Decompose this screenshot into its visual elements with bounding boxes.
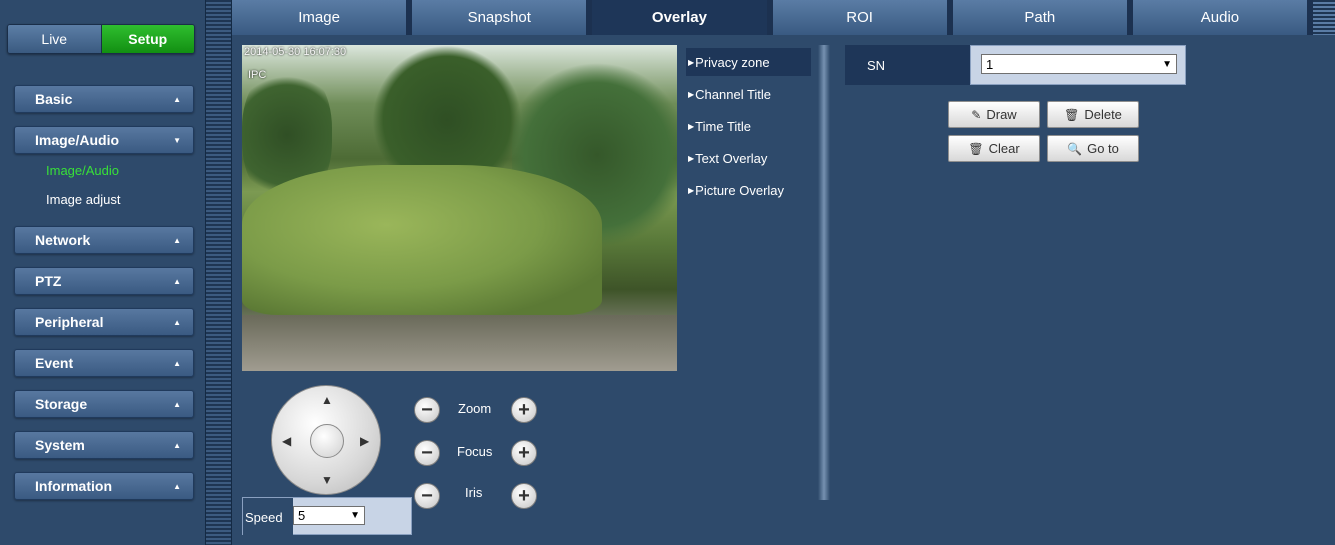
tab-bar: Image Snapshot Overlay ROI Path Audio: [232, 0, 1335, 35]
tab-snapshot[interactable]: Snapshot: [412, 0, 593, 35]
triangle-right-icon: ▶: [688, 89, 695, 99]
iris-label: Iris: [465, 485, 483, 500]
menu-label: Image/Audio: [35, 132, 120, 148]
menu-information[interactable]: Information ▲: [14, 472, 194, 500]
sidebar: Live Setup Basic ▲ Image/Audio ▼ Image/A…: [0, 0, 205, 545]
panel-separator: [818, 45, 830, 500]
arrow-up-icon[interactable]: ▲: [321, 394, 333, 406]
focus-plus-button[interactable]: +: [511, 440, 537, 466]
arrow-left-icon[interactable]: ◀: [282, 435, 291, 447]
ptz-center-button[interactable]: [310, 424, 344, 458]
speed-value: 5: [298, 508, 306, 523]
speed-select[interactable]: 5 ▼: [293, 506, 365, 525]
tab-audio[interactable]: Audio: [1132, 0, 1314, 35]
osd-timestamp: 2014-05-30 16:07:30: [244, 46, 347, 58]
clear-button[interactable]: 🗑 Clear: [948, 135, 1040, 162]
focus-minus-button[interactable]: −: [414, 440, 440, 466]
menu-label: Network: [35, 232, 91, 248]
menu-label: Peripheral: [35, 314, 104, 330]
overlay-menu-label: Privacy zone: [695, 54, 770, 70]
chevron-up-icon: ▲: [173, 317, 181, 327]
menu-ptz[interactable]: PTZ ▲: [14, 267, 194, 295]
menu-label: Information: [35, 478, 112, 494]
edit-icon: ✎: [971, 107, 982, 122]
sn-select[interactable]: 1 ▼: [981, 54, 1177, 74]
arrow-down-icon[interactable]: ▼: [321, 474, 333, 486]
menu-event[interactable]: Event ▲: [14, 349, 194, 377]
speed-label: Speed: [243, 498, 293, 536]
overlay-menu-picture-overlay[interactable]: ▶ Picture Overlay: [686, 176, 811, 204]
chevron-down-icon: ▼: [350, 510, 360, 521]
sn-value-cell: 1 ▼: [970, 45, 1186, 85]
clear-label: Clear: [988, 141, 1020, 156]
chevron-up-icon: ▲: [173, 399, 181, 409]
chevron-up-icon: ▲: [173, 481, 181, 491]
iris-minus-button[interactable]: −: [414, 483, 440, 509]
menu-storage[interactable]: Storage ▲: [14, 390, 194, 418]
live-tab[interactable]: Live: [8, 25, 102, 53]
focus-label: Focus: [457, 444, 493, 459]
tab-overlay[interactable]: Overlay: [592, 0, 773, 35]
overlay-menu-label: Picture Overlay: [695, 182, 785, 198]
overlay-menu-text-overlay[interactable]: ▶ Text Overlay: [686, 144, 811, 172]
tab-roi[interactable]: ROI: [772, 0, 953, 35]
menu-label: Event: [35, 355, 74, 371]
submenu-image-adjust[interactable]: Image adjust: [46, 192, 120, 207]
chevron-up-icon: ▲: [173, 94, 181, 104]
osd-channel-title: IPC: [248, 69, 267, 81]
menu-label: PTZ: [35, 273, 62, 289]
goto-button[interactable]: 🔍 Go to: [1047, 135, 1139, 162]
triangle-right-icon: ▶: [688, 121, 695, 131]
goto-label: Go to: [1087, 141, 1119, 156]
sidebar-splitter[interactable]: [205, 0, 232, 545]
chevron-up-icon: ▲: [173, 440, 181, 450]
chevron-up-icon: ▲: [173, 358, 181, 368]
menu-label: System: [35, 437, 85, 453]
triangle-right-icon: ▶: [688, 153, 695, 163]
trash-icon: 🗑: [1064, 107, 1080, 122]
zoom-minus-button[interactable]: −: [414, 397, 440, 423]
speed-row: Speed 5 ▼: [242, 497, 412, 536]
chevron-down-icon: ▼: [1162, 58, 1172, 70]
chevron-up-icon: ▲: [173, 235, 181, 245]
overlay-menu-channel-title[interactable]: ▶ Channel Title: [686, 80, 811, 108]
video-preview[interactable]: 2014-05-30 16:07:30 IPC: [242, 45, 677, 371]
menu-image-audio[interactable]: Image/Audio ▼: [14, 126, 194, 154]
menu-peripheral[interactable]: Peripheral ▲: [14, 308, 194, 336]
tab-image[interactable]: Image: [232, 0, 413, 35]
grip-handle: [1313, 0, 1335, 35]
sn-label: SN: [845, 45, 970, 85]
draw-label: Draw: [986, 107, 1017, 122]
overlay-menu-time-title[interactable]: ▶ Time Title: [686, 112, 811, 140]
menu-system[interactable]: System ▲: [14, 431, 194, 459]
chevron-up-icon: ▲: [173, 276, 181, 286]
submenu-image-audio[interactable]: Image/Audio: [46, 163, 119, 178]
triangle-right-icon: ▶: [688, 185, 695, 195]
draw-button[interactable]: ✎ Draw: [948, 101, 1040, 128]
overlay-menu-privacy-zone[interactable]: ▶ Privacy zone: [686, 48, 811, 76]
triangle-right-icon: ▶: [688, 57, 695, 67]
arrow-right-icon[interactable]: ▶: [360, 435, 369, 447]
iris-plus-button[interactable]: +: [511, 483, 537, 509]
menu-network[interactable]: Network ▲: [14, 226, 194, 254]
delete-button[interactable]: 🗑 Delete: [1047, 101, 1139, 128]
mode-switch: Live Setup: [7, 24, 195, 54]
zoom-plus-button[interactable]: +: [511, 397, 537, 423]
overlay-menu-label: Time Title: [695, 118, 752, 134]
search-icon: 🔍: [1067, 141, 1083, 156]
overlay-menu-label: Channel Title: [695, 86, 772, 102]
setup-tab[interactable]: Setup: [101, 25, 194, 53]
ptz-direction-pad: ▲ ▼ ◀ ▶: [271, 385, 381, 495]
zoom-label: Zoom: [458, 401, 492, 416]
menu-label: Storage: [35, 396, 88, 412]
overlay-menu-label: Text Overlay: [695, 150, 768, 166]
sn-value: 1: [986, 56, 994, 72]
tab-path[interactable]: Path: [952, 0, 1133, 35]
trash-icon: 🗑: [968, 141, 984, 156]
menu-label: Basic: [35, 91, 73, 107]
delete-label: Delete: [1084, 107, 1122, 122]
menu-basic[interactable]: Basic ▲: [14, 85, 194, 113]
chevron-down-icon: ▼: [173, 135, 181, 145]
